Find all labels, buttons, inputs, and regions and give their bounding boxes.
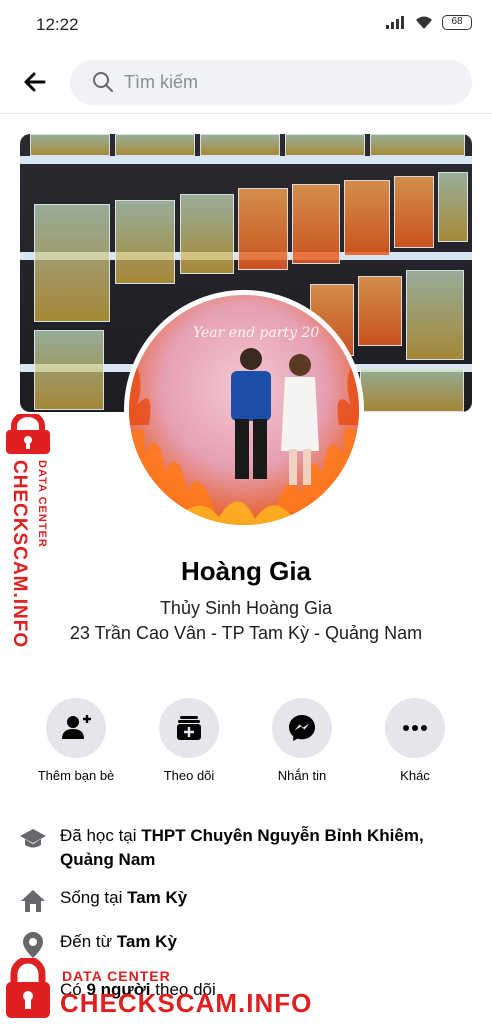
lock-icon — [6, 414, 50, 454]
search-icon — [93, 72, 113, 92]
messenger-icon — [289, 715, 315, 741]
message-label: Nhắn tin — [277, 768, 327, 783]
profile-bio-line1: Thủy Sinh Hoàng Gia — [159, 598, 333, 618]
aquarium-tank — [360, 368, 464, 412]
follow-icon — [177, 716, 201, 740]
education-row: Đã học tại THPT Chuyên Nguyễn Bỉnh Khiêm… — [18, 824, 478, 872]
education-text: Đã học tại THPT Chuyên Nguyễn Bỉnh Khiêm… — [60, 824, 424, 872]
from-prefix: Đến từ — [60, 932, 117, 951]
profile-actions: Thêm bạn bè Theo dõi Nhắn tin Khác — [0, 698, 492, 788]
avatar-caption: Year end party 20 — [193, 325, 320, 341]
top-bar: Tìm kiếm — [0, 52, 492, 114]
home-icon — [18, 886, 48, 916]
cover-shelf — [20, 156, 472, 164]
aquarium-tank — [34, 204, 110, 322]
watermark-side-text: DATA CENTER CHECKSCAM.INFO — [6, 460, 48, 660]
watermark-side-small: DATA CENTER — [36, 460, 48, 548]
aquarium-tank — [115, 200, 175, 284]
status-bar: 12:22 68 — [0, 0, 492, 50]
profile-name: Hoàng Gia — [180, 556, 311, 586]
aquarium-tank — [292, 184, 340, 264]
education-prefix: Đã học tại — [60, 826, 142, 845]
aquarium-tank — [34, 330, 104, 410]
aquarium-tank — [358, 276, 402, 346]
watermark-side: DATA CENTER CHECKSCAM.INFO — [2, 414, 54, 654]
aquarium-tank — [115, 134, 195, 156]
message-button[interactable]: Nhắn tin — [247, 698, 357, 783]
add-friend-button[interactable]: Thêm bạn bè — [21, 698, 131, 783]
aquarium-tank — [30, 134, 110, 156]
profile-avatar[interactable]: Year end party 20 — [124, 290, 364, 530]
aquarium-tank — [406, 270, 464, 360]
person-figure-woman — [281, 354, 319, 485]
lives-in-text: Sống tại Tam Kỳ — [60, 886, 187, 916]
person-figure-man — [231, 348, 271, 479]
status-icons: 68 — [386, 14, 472, 30]
aquarium-tank — [344, 180, 390, 256]
education-school[interactable]: THPT Chuyên Nguyễn Bỉnh Khiêm, — [141, 826, 423, 845]
search-placeholder: Tìm kiếm — [124, 72, 198, 92]
follow-button[interactable]: Theo dõi — [134, 698, 244, 783]
lives-prefix: Sống tại — [60, 888, 128, 907]
more-button[interactable]: Khác — [360, 698, 470, 783]
message-circle[interactable] — [272, 698, 332, 758]
more-icon — [403, 725, 427, 731]
watermark-side-main: CHECKSCAM.INFO — [9, 460, 30, 649]
follow-circle[interactable] — [159, 698, 219, 758]
aquarium-tank — [285, 134, 365, 156]
watermark-bottom-small: DATA CENTER — [62, 968, 171, 984]
follow-label: Theo dõi — [163, 768, 215, 783]
aquarium-tank — [238, 188, 288, 270]
wifi-icon — [416, 16, 432, 29]
arrow-left-icon — [24, 72, 46, 92]
back-button[interactable] — [20, 66, 52, 98]
location-pin-icon — [18, 930, 48, 960]
search-input[interactable]: Tìm kiếm — [70, 60, 472, 105]
more-label: Khác — [400, 768, 430, 783]
battery-icon: 68 — [442, 14, 472, 30]
add-friend-icon — [62, 715, 91, 739]
from-text: Đến từ Tam Kỳ — [60, 930, 177, 960]
aquarium-tank — [200, 134, 280, 156]
from-row: Đến từ Tam Kỳ — [18, 930, 478, 960]
status-time: 12:22 — [36, 15, 79, 34]
aquarium-tank — [394, 176, 434, 248]
lives-place[interactable]: Tam Kỳ — [127, 888, 187, 907]
watermark-bottom-main: CHECKSCAM.INFO — [60, 988, 313, 1018]
add-friend-label: Thêm bạn bè — [37, 768, 115, 783]
more-circle[interactable] — [385, 698, 445, 758]
lock-icon — [6, 958, 50, 1018]
lives-in-row: Sống tại Tam Kỳ — [18, 886, 478, 916]
add-friend-circle[interactable] — [46, 698, 106, 758]
from-place[interactable]: Tam Kỳ — [117, 932, 177, 951]
watermark-bottom: DATA CENTER CHECKSCAM.INFO — [0, 958, 492, 1024]
profile-bio-line2: 23 Trần Cao Vân - TP Tam Kỳ - Quảng Nam — [69, 623, 423, 643]
aquarium-tank — [180, 194, 234, 274]
signal-icon — [386, 16, 404, 29]
graduation-cap-icon — [18, 824, 48, 854]
education-place[interactable]: Quảng Nam — [60, 850, 155, 869]
aquarium-tank — [370, 134, 465, 156]
aquarium-tank — [438, 172, 468, 242]
